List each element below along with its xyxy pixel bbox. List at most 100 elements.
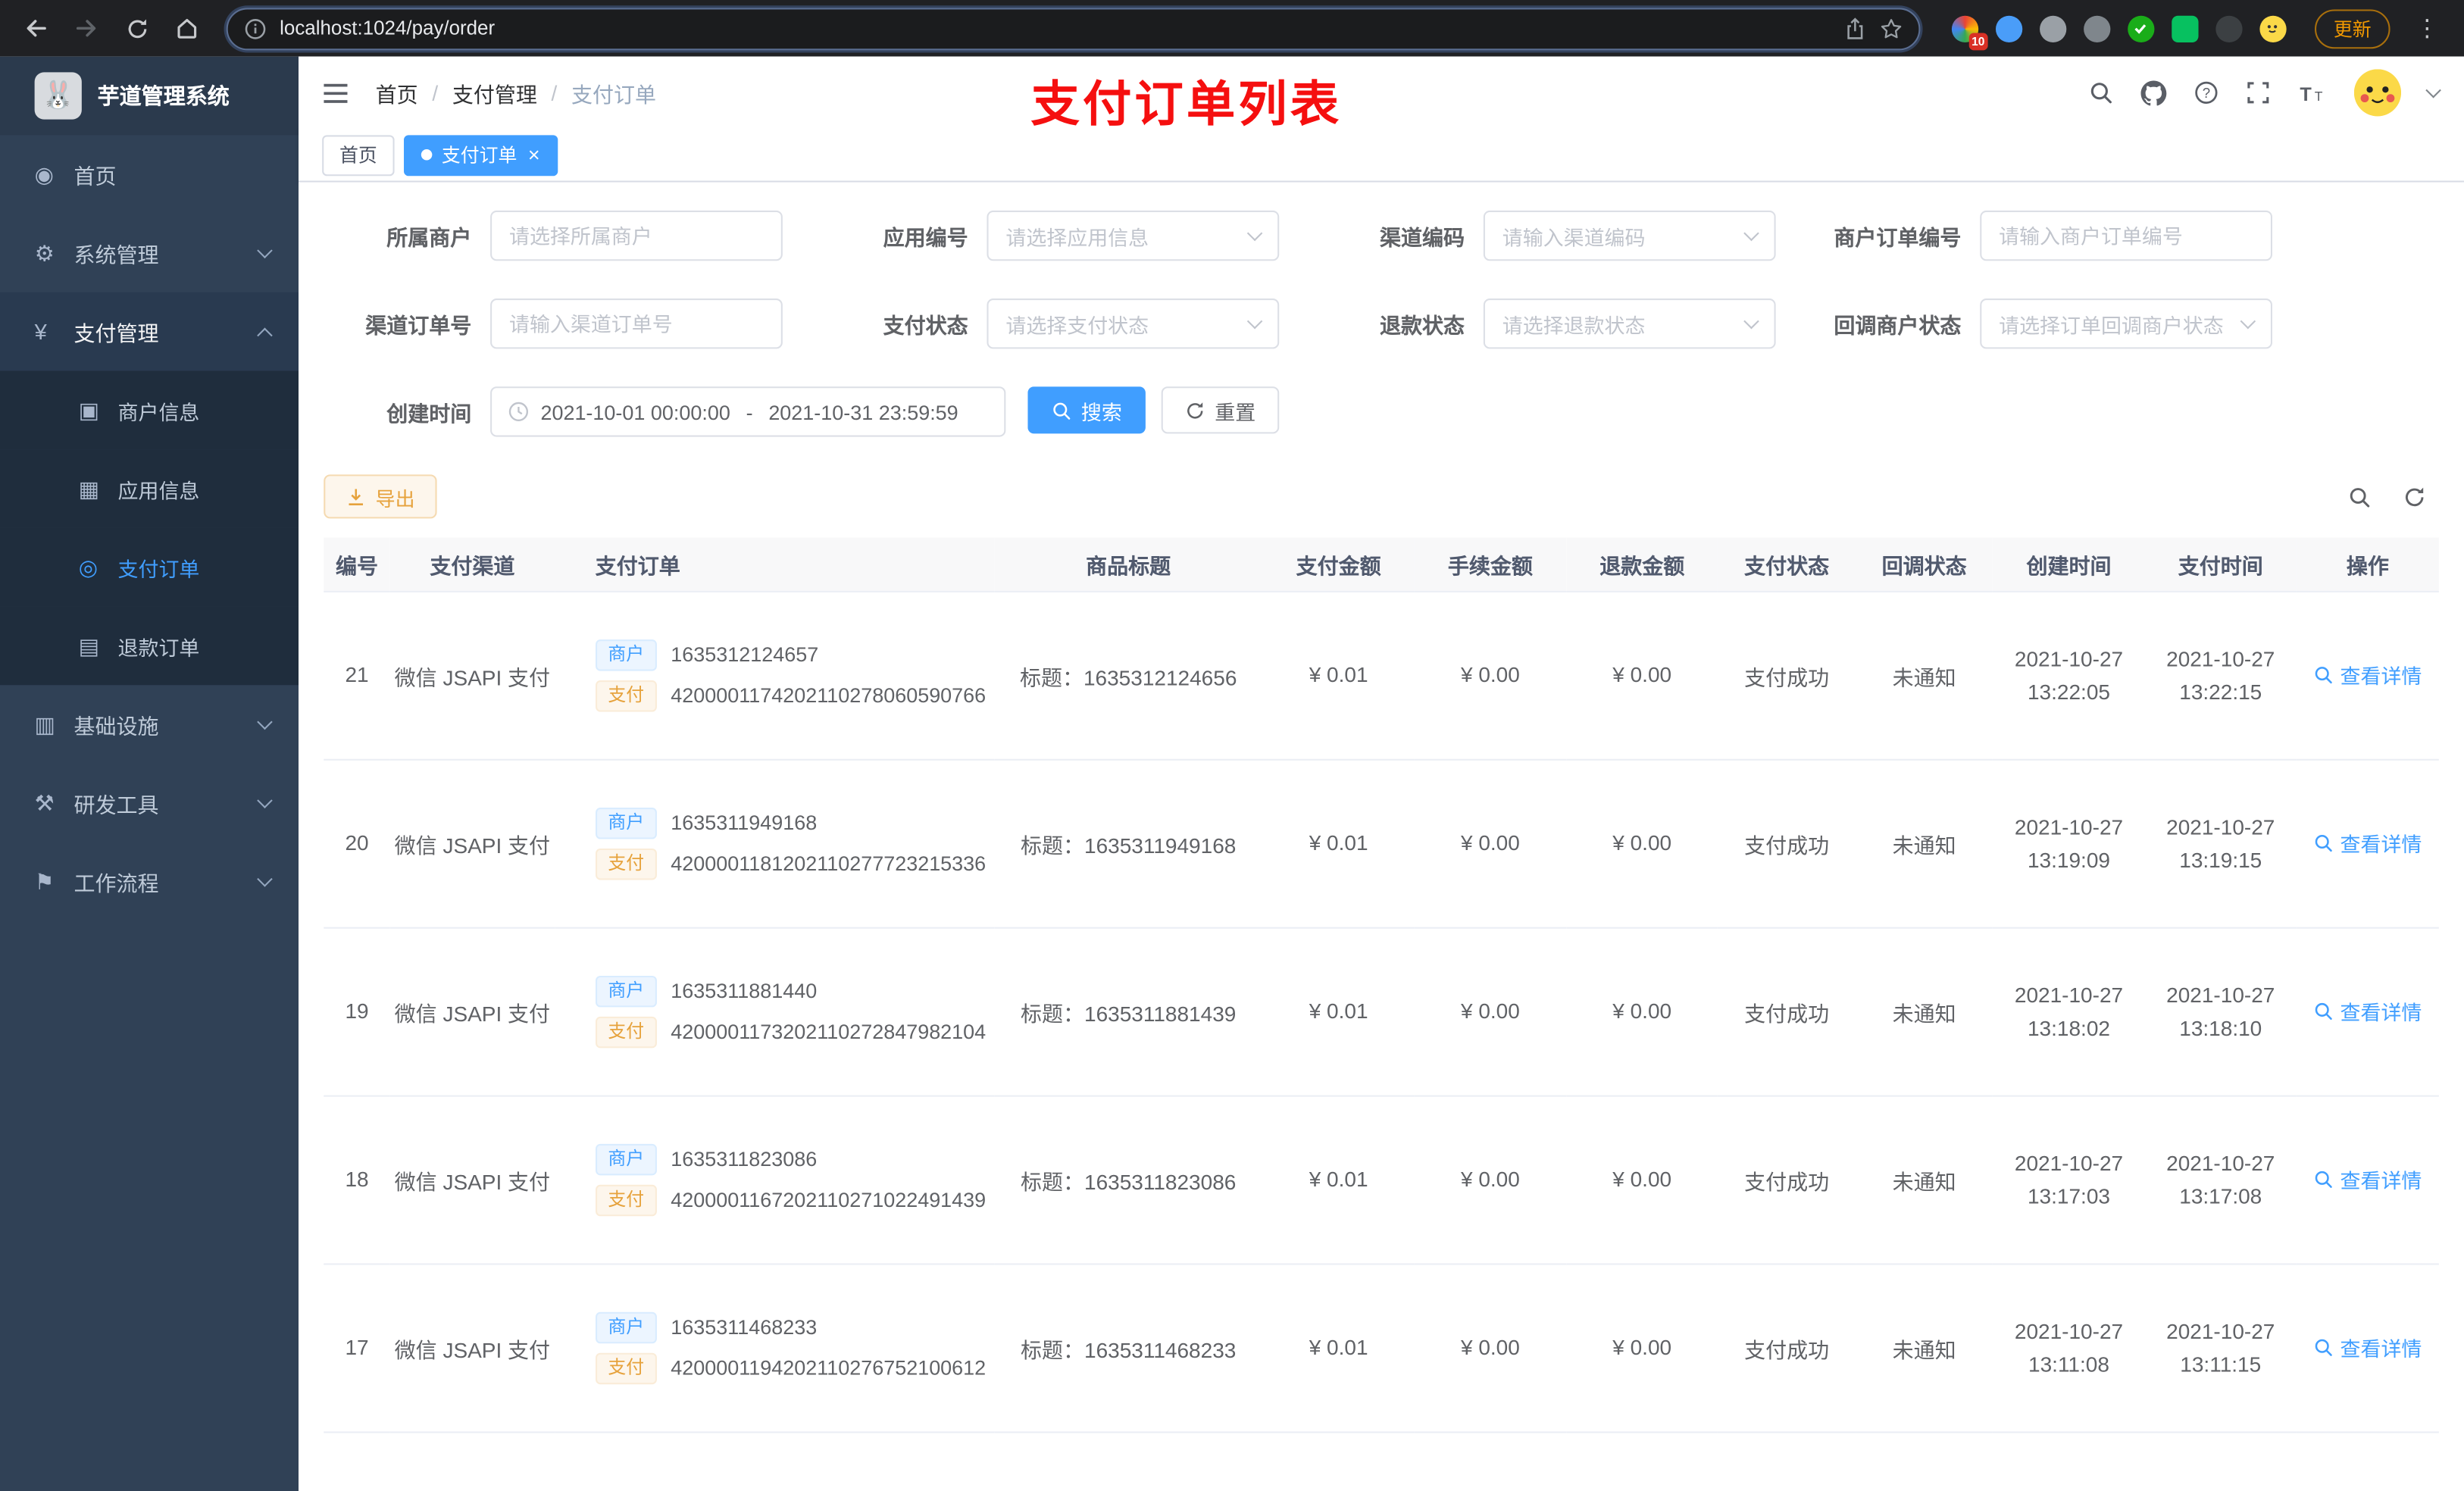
filter-input[interactable] [490,299,783,349]
refund-cell: ¥ 0.00 [1566,927,1718,1096]
amount-value: ¥ 0.01 [1309,663,1368,687]
reload-icon[interactable] [116,8,157,48]
sidebar-item-3[interactable]: ▣ 商户信息 [0,370,299,450]
product-title: 标题：1635311949168 [1020,833,1237,858]
url-bar[interactable]: localhost:1024/pay/order [226,7,1921,50]
pay-time-cell: 2021-10-27 13:17:08 [2144,1095,2297,1264]
close-icon[interactable]: × [528,145,540,165]
filter-select[interactable]: 请选择应用信息 [987,210,1280,261]
export-button[interactable]: 导出 [324,474,437,519]
sidebar-item-4[interactable]: ▦ 应用信息 [0,449,299,528]
toggle-search-icon[interactable] [2348,485,2372,508]
merchant-order-no: 1635311823086 [671,1147,818,1171]
view-detail-link[interactable]: 查看详情 [2313,996,2422,1026]
app-logo[interactable]: 🐰 芋道管理系统 [0,56,299,136]
sidebar-item-1[interactable]: ⚙ 系统管理 [0,214,299,292]
pay-order-line: 支付 4200001173202110272847982104 [595,1015,994,1048]
column-header-6: 退款金额 [1566,537,1718,592]
forward-icon[interactable] [66,8,107,48]
extension-drop-icon[interactable] [1995,14,2023,42]
sidebar-item-9[interactable]: ⚑ 工作流程 [0,842,299,921]
filter-field-5: 支付状态 请选择支付状态 [821,299,1317,349]
action-cell: 查看详情 [2296,1263,2439,1433]
filter-label: 支付状态 [883,314,968,338]
extension-smiley-icon[interactable] [2259,14,2287,42]
refund-value: ¥ 0.00 [1612,999,1672,1024]
pay-order-no: 4200001173202110272847982104 [671,1020,987,1044]
empty-cell [1718,1431,1856,1491]
sidebar-item-8[interactable]: ⚒ 研发工具 [0,764,299,842]
filter-select[interactable]: 请输入渠道编码 [1483,210,1776,261]
fullscreen-icon[interactable] [2246,80,2271,105]
merchant-tag: 商户 [595,974,657,1007]
refresh-list-icon[interactable] [2403,485,2426,508]
view-detail-link[interactable]: 查看详情 [2313,1333,2422,1362]
site-info-icon[interactable] [243,17,267,40]
tab-1[interactable]: 支付订单 × [404,134,558,176]
sidebar-toggle-icon[interactable] [324,81,350,105]
filter-input[interactable] [490,210,783,261]
sidebar-item-0[interactable]: ◉ 首页 [0,135,299,214]
filter-field-1: 应用编号 请选择应用信息 [821,210,1317,261]
chevron-down-icon [1246,312,1263,329]
filter-select[interactable]: 请选择订单回调商户状态 [1980,299,2273,349]
browser-menu-icon[interactable]: ⋮ [2406,14,2448,42]
text-input[interactable] [508,223,764,248]
sidebar-item-2[interactable]: ¥ 支付管理 [0,292,299,371]
breadcrumb-item-1[interactable]: 支付管理 [452,77,537,108]
filter-input[interactable] [1980,210,2273,261]
tab-0[interactable]: 首页 [322,134,395,176]
browser-update-button[interactable]: 更新 [2314,8,2391,48]
pay-order-cell: 商户16353115736 [554,1431,994,1491]
sidebar-item-7[interactable]: ▥ 基础设施 [0,685,299,764]
date-range-input[interactable]: 2021-10-01 00:00:00-2021-10-31 23:59:59 [490,386,1006,437]
pay-tag: 支付 [595,847,657,880]
bookmark-star-icon[interactable] [1879,17,1903,40]
sidebar-item-5[interactable]: ◎ 支付订单 [0,527,299,607]
extension-chat-icon[interactable] [2172,14,2199,42]
table-row: 20 微信 JSAPI 支付 商户 1635311949168 支付 4200001181… [324,758,2439,928]
logo-image: 🐰 [34,72,82,120]
back-icon[interactable] [16,8,57,48]
view-detail-icon [2313,1337,2334,1358]
view-detail-link[interactable]: 查看详情 [2313,660,2422,689]
id-cell: 17 [324,1263,390,1433]
sidebar-item-label: 基础设施 [73,714,159,739]
font-size-icon[interactable]: TT [2297,81,2327,105]
search-icon[interactable] [2088,80,2113,105]
app-frame: 🐰 芋道管理系统 ◉ 首页 ⚙ 系统管理 ¥ 支付管理 ▣ 商户信息 ▦ 应用信息 ◎ 支付订单 ▤ 退款… [0,56,2464,1491]
github-icon[interactable] [2140,80,2167,106]
gear-icon: ⚙ [34,239,55,265]
help-icon[interactable]: ? [2194,80,2219,105]
user-menu-caret-icon[interactable] [2425,81,2441,98]
view-detail-label: 查看详情 [2340,833,2422,857]
share-icon[interactable] [1843,17,1867,40]
text-input[interactable] [1999,223,2254,248]
reset-button[interactable]: 重置 [1161,386,1280,434]
export-button-label: 导出 [375,487,415,511]
user-avatar[interactable] [2353,69,2402,117]
extension-grey-icon[interactable] [2040,14,2067,42]
home-icon[interactable] [167,8,208,48]
text-input[interactable] [508,311,764,336]
search-button[interactable]: 搜索 [1027,386,1146,434]
dashboard-icon: ◉ [34,161,54,186]
notify-value: 未通知 [1892,665,1956,689]
breadcrumb-item-0[interactable]: 首页 [376,77,418,108]
sidebar-item-6[interactable]: ▤ 退款订单 [0,606,299,686]
view-detail-link[interactable]: 查看详情 [2313,828,2422,858]
extension-dark-icon[interactable] [2215,14,2243,42]
column-header-3: 商品标题 [993,537,1263,592]
filter-label: 所属商户 [386,226,472,250]
sidebar-item-label: 工作流程 [73,872,159,896]
extension-grey2-icon[interactable] [2084,14,2111,42]
filter-select[interactable]: 请选择退款状态 [1483,299,1776,349]
notify-value: 未通知 [1892,833,1956,858]
reset-button-label: 重置 [1215,399,1256,424]
extension-colorful-icon[interactable]: 10 [1951,14,1988,50]
breadcrumb-item-2: 支付订单 [571,83,656,108]
view-detail-link[interactable]: 查看详情 [2313,1164,2422,1194]
filter-select[interactable]: 请选择支付状态 [987,299,1280,349]
refund-cell: ¥ 0.00 [1566,758,1718,928]
extension-check-icon[interactable] [2128,14,2155,42]
